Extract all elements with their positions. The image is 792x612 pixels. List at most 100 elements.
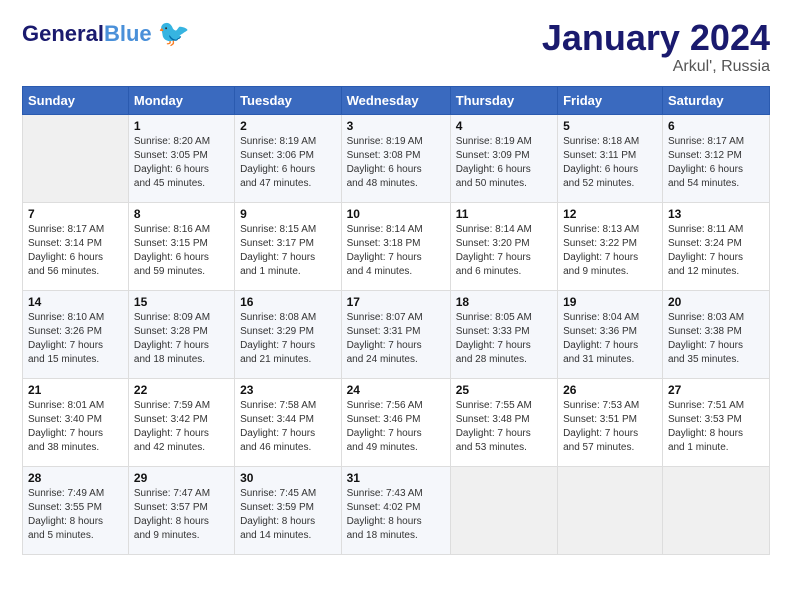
day-number: 30	[240, 471, 336, 485]
day-info: Sunrise: 8:20 AMSunset: 3:05 PMDaylight:…	[134, 135, 229, 191]
calendar-table: SundayMondayTuesdayWednesdayThursdayFrid…	[22, 86, 770, 555]
calendar-day-cell: 26 Sunrise: 7:53 AMSunset: 3:51 PMDayligh…	[558, 378, 663, 466]
day-number: 27	[668, 383, 764, 397]
day-info: Sunrise: 8:17 AMSunset: 3:14 PMDaylight:…	[28, 223, 123, 279]
day-info: Sunrise: 8:04 AMSunset: 3:36 PMDaylight:…	[563, 311, 657, 367]
day-number: 15	[134, 295, 229, 309]
day-info: Sunrise: 7:58 AMSunset: 3:44 PMDaylight:…	[240, 399, 336, 455]
day-info: Sunrise: 8:17 AMSunset: 3:12 PMDaylight:…	[668, 135, 764, 191]
calendar-day-cell: 13 Sunrise: 8:11 AMSunset: 3:24 PMDayligh…	[662, 202, 769, 290]
calendar-day-cell: 11Sunrise: 8:14 AMSunset: 3:20 PMDayligh…	[450, 202, 557, 290]
day-info: Sunrise: 8:03 AMSunset: 3:38 PMDaylight:…	[668, 311, 764, 367]
day-of-week-header: Friday	[558, 86, 663, 114]
day-info: Sunrise: 8:16 AMSunset: 3:15 PMDaylight:…	[134, 223, 229, 279]
day-number: 18	[456, 295, 552, 309]
day-info: Sunrise: 8:19 AMSunset: 3:06 PMDaylight:…	[240, 135, 336, 191]
day-number: 3	[347, 119, 445, 133]
calendar-day-cell: 27 Sunrise: 7:51 AMSunset: 3:53 PMDayligh…	[662, 378, 769, 466]
calendar-day-cell: 9 Sunrise: 8:15 AMSunset: 3:17 PMDaylight…	[235, 202, 342, 290]
day-number: 10	[347, 207, 445, 221]
calendar-day-cell: 14 Sunrise: 8:10 AMSunset: 3:26 PMDayligh…	[23, 290, 129, 378]
calendar-day-cell	[662, 466, 769, 554]
day-of-week-header: Thursday	[450, 86, 557, 114]
day-number: 20	[668, 295, 764, 309]
day-number: 7	[28, 207, 123, 221]
day-number: 31	[347, 471, 445, 485]
header: GeneralBlue 🐦 January 2024 Arkul', Russi…	[22, 18, 770, 76]
calendar-day-cell: 28 Sunrise: 7:49 AMSunset: 3:55 PMDayligh…	[23, 466, 129, 554]
day-number: 6	[668, 119, 764, 133]
day-of-week-header: Monday	[128, 86, 234, 114]
calendar-day-cell: 6 Sunrise: 8:17 AMSunset: 3:12 PMDaylight…	[662, 114, 769, 202]
day-number: 12	[563, 207, 657, 221]
calendar-day-cell: 10 Sunrise: 8:14 AMSunset: 3:18 PMDayligh…	[341, 202, 450, 290]
day-info: Sunrise: 8:14 AMSunset: 3:20 PMDaylight:…	[456, 223, 552, 279]
day-info: Sunrise: 7:59 AMSunset: 3:42 PMDaylight:…	[134, 399, 229, 455]
day-number: 24	[347, 383, 445, 397]
calendar-week-row: 14 Sunrise: 8:10 AMSunset: 3:26 PMDayligh…	[23, 290, 770, 378]
day-info: Sunrise: 8:07 AMSunset: 3:31 PMDaylight:…	[347, 311, 445, 367]
day-number: 28	[28, 471, 123, 485]
day-info: Sunrise: 7:55 AMSunset: 3:48 PMDaylight:…	[456, 399, 552, 455]
calendar-week-row: 7 Sunrise: 8:17 AMSunset: 3:14 PMDaylight…	[23, 202, 770, 290]
calendar-day-cell: 31 Sunrise: 7:43 AMSunset: 4:02 PMDayligh…	[341, 466, 450, 554]
day-info: Sunrise: 7:51 AMSunset: 3:53 PMDaylight:…	[668, 399, 764, 455]
day-number: 13	[668, 207, 764, 221]
calendar-header-row: SundayMondayTuesdayWednesdayThursdayFrid…	[23, 86, 770, 114]
calendar-day-cell: 22 Sunrise: 7:59 AMSunset: 3:42 PMDayligh…	[128, 378, 234, 466]
title-block: January 2024 Arkul', Russia	[542, 18, 770, 76]
day-number: 9	[240, 207, 336, 221]
day-info: Sunrise: 8:15 AMSunset: 3:17 PMDaylight:…	[240, 223, 336, 279]
calendar-day-cell	[558, 466, 663, 554]
day-info: Sunrise: 7:49 AMSunset: 3:55 PMDaylight:…	[28, 487, 123, 543]
calendar-day-cell: 15Sunrise: 8:09 AMSunset: 3:28 PMDayligh…	[128, 290, 234, 378]
day-info: Sunrise: 8:14 AMSunset: 3:18 PMDaylight:…	[347, 223, 445, 279]
day-of-week-header: Wednesday	[341, 86, 450, 114]
calendar-day-cell: 12Sunrise: 8:13 AMSunset: 3:22 PMDayligh…	[558, 202, 663, 290]
location-subtitle: Arkul', Russia	[542, 58, 770, 76]
logo-text: GeneralBlue	[22, 23, 152, 45]
day-info: Sunrise: 8:18 AMSunset: 3:11 PMDaylight:…	[563, 135, 657, 191]
day-number: 23	[240, 383, 336, 397]
logo: GeneralBlue 🐦	[22, 18, 190, 49]
calendar-day-cell: 2Sunrise: 8:19 AMSunset: 3:06 PMDaylight…	[235, 114, 342, 202]
day-info: Sunrise: 8:19 AMSunset: 3:08 PMDaylight:…	[347, 135, 445, 191]
calendar-day-cell: 7 Sunrise: 8:17 AMSunset: 3:14 PMDaylight…	[23, 202, 129, 290]
day-number: 22	[134, 383, 229, 397]
day-info: Sunrise: 8:10 AMSunset: 3:26 PMDaylight:…	[28, 311, 123, 367]
calendar-day-cell: 25Sunrise: 7:55 AMSunset: 3:48 PMDayligh…	[450, 378, 557, 466]
day-of-week-header: Tuesday	[235, 86, 342, 114]
day-number: 4	[456, 119, 552, 133]
day-info: Sunrise: 8:19 AMSunset: 3:09 PMDaylight:…	[456, 135, 552, 191]
calendar-day-cell: 23 Sunrise: 7:58 AMSunset: 3:44 PMDayligh…	[235, 378, 342, 466]
day-number: 26	[563, 383, 657, 397]
day-number: 8	[134, 207, 229, 221]
logo-accent: Blue	[104, 21, 152, 46]
day-number: 19	[563, 295, 657, 309]
calendar-week-row: 28 Sunrise: 7:49 AMSunset: 3:55 PMDayligh…	[23, 466, 770, 554]
day-info: Sunrise: 7:56 AMSunset: 3:46 PMDaylight:…	[347, 399, 445, 455]
calendar-day-cell: 16Sunrise: 8:08 AMSunset: 3:29 PMDayligh…	[235, 290, 342, 378]
calendar-day-cell: 21Sunrise: 8:01 AMSunset: 3:40 PMDayligh…	[23, 378, 129, 466]
day-info: Sunrise: 7:43 AMSunset: 4:02 PMDaylight:…	[347, 487, 445, 543]
calendar-day-cell: 5 Sunrise: 8:18 AMSunset: 3:11 PMDaylight…	[558, 114, 663, 202]
day-info: Sunrise: 8:11 AMSunset: 3:24 PMDaylight:…	[668, 223, 764, 279]
page: GeneralBlue 🐦 January 2024 Arkul', Russi…	[0, 0, 792, 565]
calendar-day-cell: 30 Sunrise: 7:45 AMSunset: 3:59 PMDayligh…	[235, 466, 342, 554]
calendar-day-cell: 20 Sunrise: 8:03 AMSunset: 3:38 PMDayligh…	[662, 290, 769, 378]
day-info: Sunrise: 8:08 AMSunset: 3:29 PMDaylight:…	[240, 311, 336, 367]
calendar-day-cell	[450, 466, 557, 554]
day-number: 5	[563, 119, 657, 133]
day-number: 29	[134, 471, 229, 485]
calendar-day-cell: 4 Sunrise: 8:19 AMSunset: 3:09 PMDaylight…	[450, 114, 557, 202]
day-info: Sunrise: 7:53 AMSunset: 3:51 PMDaylight:…	[563, 399, 657, 455]
day-number: 14	[28, 295, 123, 309]
day-of-week-header: Sunday	[23, 86, 129, 114]
day-number: 1	[134, 119, 229, 133]
day-info: Sunrise: 8:05 AMSunset: 3:33 PMDaylight:…	[456, 311, 552, 367]
calendar-day-cell: 29Sunrise: 7:47 AMSunset: 3:57 PMDayligh…	[128, 466, 234, 554]
calendar-day-cell: 18 Sunrise: 8:05 AMSunset: 3:33 PMDayligh…	[450, 290, 557, 378]
calendar-day-cell: 17Sunrise: 8:07 AMSunset: 3:31 PMDayligh…	[341, 290, 450, 378]
day-info: Sunrise: 7:45 AMSunset: 3:59 PMDaylight:…	[240, 487, 336, 543]
calendar-day-cell: 8 Sunrise: 8:16 AMSunset: 3:15 PMDaylight…	[128, 202, 234, 290]
